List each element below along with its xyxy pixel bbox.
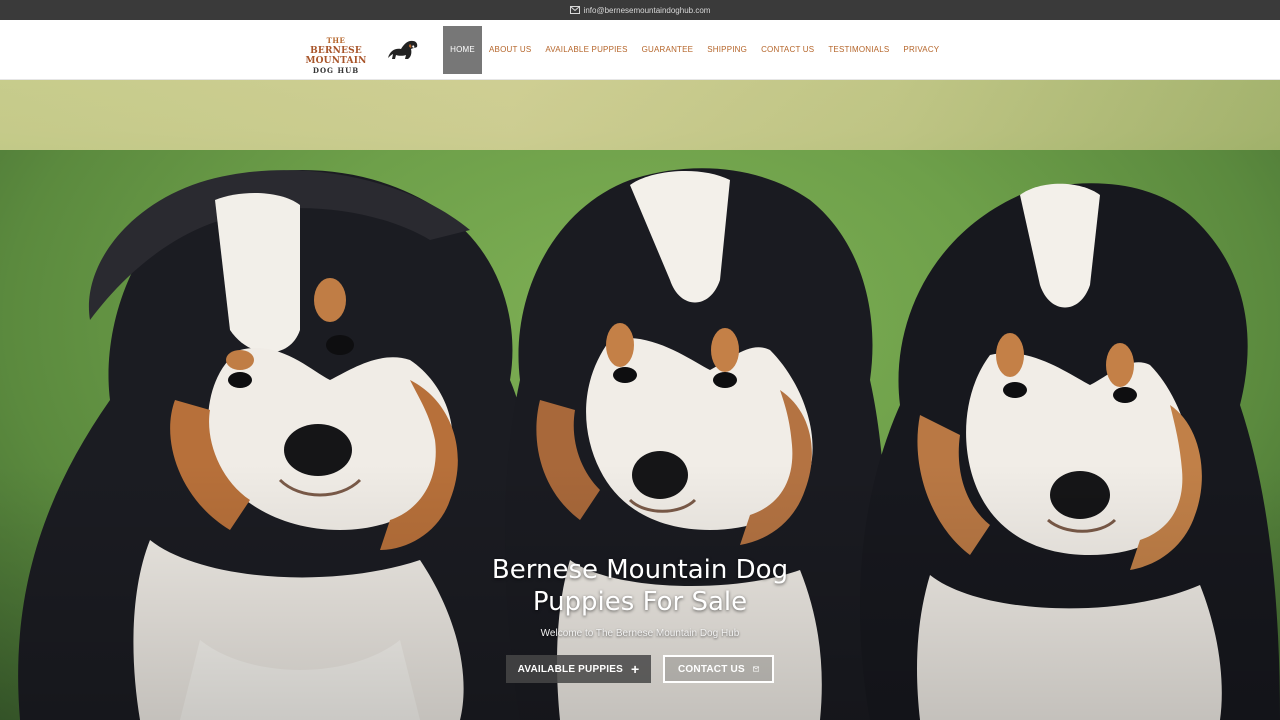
hero-subtitle: Welcome to The Bernese Mountain Dog Hub	[540, 628, 740, 639]
hero-title-line-1: Bernese Mountain Dog	[491, 555, 789, 585]
nav-privacy[interactable]: PRIVACY	[896, 26, 946, 74]
nav-guarantee[interactable]: GUARANTEE	[635, 26, 701, 74]
logo-line-1: THE	[326, 36, 346, 45]
logo-line-2: BERNESE MOUNTAIN	[305, 46, 367, 66]
logo-text: THE BERNESE MOUNTAIN DOG HUB	[288, 34, 384, 75]
hero-content: Bernese Mountain Dog Puppies For Sale We…	[380, 554, 900, 683]
hero-buttons: AVAILABLE PUPPIES + CONTACT US	[380, 655, 900, 683]
hero-banner: Bernese Mountain Dog Puppies For Sale We…	[0, 80, 1280, 720]
envelope-icon	[752, 666, 759, 672]
nav-contact-us[interactable]: CONTACT US	[754, 26, 821, 74]
nav-shipping[interactable]: SHIPPING	[700, 26, 754, 74]
top-info-bar: info@bernesemountaindoghub.com	[0, 0, 1280, 20]
site-header: THE BERNESE MOUNTAIN DOG HUB HOME ABOUT …	[0, 20, 1280, 80]
available-puppies-button-label: AVAILABLE PUPPIES	[517, 663, 623, 675]
contact-email-link[interactable]: info@bernesemountaindoghub.com	[584, 6, 711, 15]
main-navigation: HOME ABOUT US AVAILABLE PUPPIES GUARANTE…	[443, 26, 946, 74]
nav-about-us[interactable]: ABOUT US	[482, 26, 538, 74]
available-puppies-button[interactable]: AVAILABLE PUPPIES +	[506, 655, 651, 683]
dog-silhouette-icon	[388, 40, 418, 59]
hero-title: Bernese Mountain Dog Puppies For Sale	[380, 554, 900, 618]
nav-home[interactable]: HOME	[443, 26, 482, 74]
contact-us-button[interactable]: CONTACT US	[663, 655, 774, 683]
hero-title-line-2: Puppies For Sale	[532, 587, 748, 617]
nav-testimonials[interactable]: TESTIMONIALS	[821, 26, 896, 74]
nav-available-puppies[interactable]: AVAILABLE PUPPIES	[538, 26, 634, 74]
plus-icon: +	[630, 661, 640, 677]
logo-line-3: DOG HUB	[312, 66, 360, 75]
site-logo[interactable]: THE BERNESE MOUNTAIN DOG HUB	[288, 34, 420, 75]
mail-icon	[569, 6, 580, 14]
contact-us-button-label: CONTACT US	[678, 663, 745, 675]
